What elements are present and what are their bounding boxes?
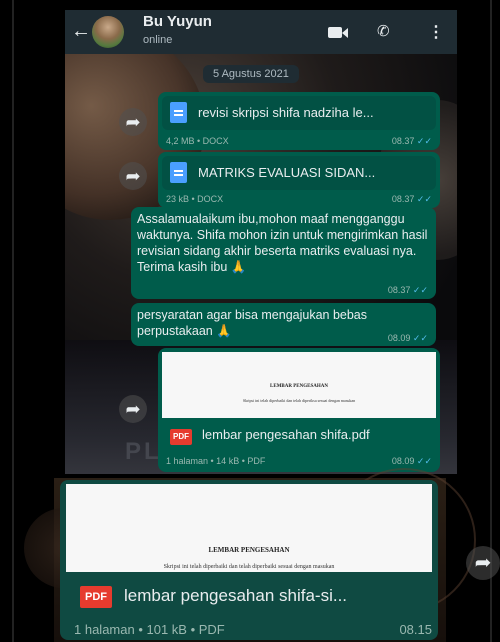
document-filename: MATRIKS EVALUASI SIDAN... xyxy=(198,165,376,180)
message-time: 08.09 ✓✓ xyxy=(391,456,432,466)
pdf-message[interactable]: LEMBAR PENGESAHAN Skripsi ini telah dipe… xyxy=(158,348,440,472)
pdf-preview-title: LEMBAR PENGESAHAN xyxy=(270,384,328,389)
text-message[interactable]: Assalamualaikum ibu,mohon maaf menggangg… xyxy=(131,207,436,299)
document-message[interactable]: MATRIKS EVALUASI SIDAN... 23 kB • DOCX 0… xyxy=(158,152,440,208)
pdf-preview[interactable]: LEMBAR PENGESAHAN Skripsi ini telah dipe… xyxy=(162,352,436,418)
document-meta: 23 kB • DOCX xyxy=(166,194,224,204)
message-time: 08.37 ✓✓ xyxy=(391,194,432,204)
pdf-filename: lembar pengesahan shifa-si... xyxy=(124,586,348,605)
pdf-meta: 1 halaman • 14 kB • PDF xyxy=(166,456,266,466)
message-text: persyaratan agar bisa mengajukan bebas p… xyxy=(137,308,368,338)
pdf-preview-text: Skripsi ini telah diperbaiki dan telah d… xyxy=(242,398,356,403)
document-meta: 4,2 MB • DOCX xyxy=(166,136,229,146)
document-icon xyxy=(170,102,187,123)
contact-name[interactable]: Bu Yuyun xyxy=(143,13,212,30)
forward-icon[interactable]: ➦ xyxy=(119,108,147,136)
document-message[interactable]: revisi skripsi shifa nadziha le... 4,2 M… xyxy=(158,92,440,150)
document-filename: revisi skripsi shifa nadziha le... xyxy=(198,105,374,120)
message-time: 08.15 xyxy=(399,622,432,637)
left-border xyxy=(0,0,14,642)
message-time: 08.37 ✓✓ xyxy=(391,136,432,146)
screenshot-frame: PL ← Bu Yuyun online ✆ ⋮ 5 Agustus 2021 … xyxy=(0,0,500,642)
pdf-meta: 1 halaman • 101 kB • PDF xyxy=(74,622,225,637)
menu-icon[interactable]: ⋮ xyxy=(428,22,444,42)
document-card[interactable]: revisi skripsi shifa nadziha le... xyxy=(162,96,436,130)
pdf-preview-title: LEMBAR PENGESAHAN xyxy=(208,546,290,554)
pdf-icon: PDF xyxy=(170,429,192,445)
forward-icon[interactable]: ➦ xyxy=(119,162,147,190)
back-arrow-icon[interactable]: ← xyxy=(71,20,91,43)
contact-status: online xyxy=(143,34,173,46)
avatar[interactable] xyxy=(92,16,124,48)
date-separator: 5 Agustus 2021 xyxy=(203,65,299,83)
pdf-message[interactable]: LEMBAR PENGESAHAN Skripsi ini telah dipe… xyxy=(60,480,438,640)
pdf-filename: lembar pengesahan shifa.pdf xyxy=(202,427,370,442)
zoomed-chat-section: ➦ LEMBAR PENGESAHAN Skripsi ini telah di… xyxy=(24,468,500,642)
message-time: 08.09 ✓✓ xyxy=(387,333,428,343)
phone-icon[interactable]: ✆ xyxy=(377,22,390,40)
message-text: Assalamualaikum ibu,mohon maaf menggangg… xyxy=(137,212,428,274)
pdf-preview-text: Skripsi ini telah diperbaiki dan telah d… xyxy=(163,564,335,570)
document-card[interactable]: MATRIKS EVALUASI SIDAN... xyxy=(162,156,436,190)
chat-header: ← Bu Yuyun online ✆ ⋮ xyxy=(65,10,457,54)
pdf-icon: PDF xyxy=(80,586,112,608)
video-call-icon[interactable] xyxy=(328,22,350,44)
right-border xyxy=(490,0,500,642)
wallpaper-text: PL xyxy=(125,438,162,465)
pdf-preview[interactable]: LEMBAR PENGESAHAN Skripsi ini telah dipe… xyxy=(66,484,432,572)
forward-icon[interactable]: ➦ xyxy=(466,546,500,580)
chat-window: PL ← Bu Yuyun online ✆ ⋮ 5 Agustus 2021 … xyxy=(65,10,457,474)
forward-icon[interactable]: ➦ xyxy=(119,395,147,423)
message-time: 08.37 ✓✓ xyxy=(387,285,428,295)
text-message[interactable]: persyaratan agar bisa mengajukan bebas p… xyxy=(131,303,436,346)
document-icon xyxy=(170,162,187,183)
